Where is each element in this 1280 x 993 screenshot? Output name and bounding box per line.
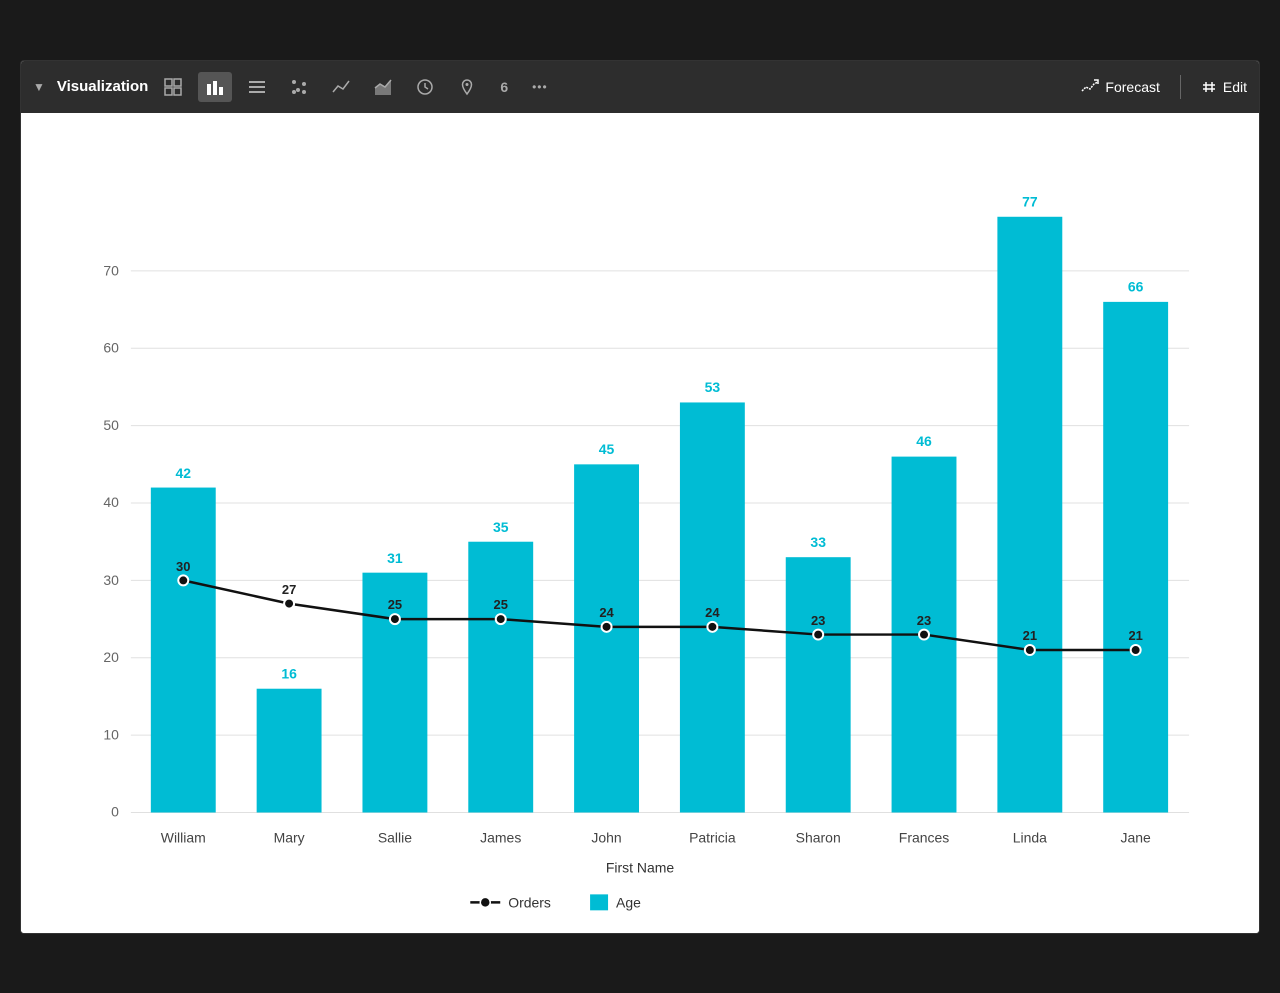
six-label: 6 bbox=[500, 79, 508, 95]
x-label-linda: Linda bbox=[1013, 829, 1047, 845]
orders-label-sharon: 23 bbox=[811, 612, 825, 627]
more-dots-label: ••• bbox=[532, 80, 548, 94]
legend-dot-orders bbox=[480, 897, 490, 907]
dropdown-arrow-icon: ▼ bbox=[33, 80, 45, 94]
visualization-window: ▼ Visualization bbox=[20, 60, 1260, 934]
orders-label-sallie: 25 bbox=[388, 596, 402, 611]
number-view-button[interactable]: 6 bbox=[492, 73, 516, 101]
timeline-view-button[interactable] bbox=[408, 72, 442, 102]
forecast-label: Forecast bbox=[1105, 79, 1159, 95]
dot-frances bbox=[919, 629, 929, 639]
orders-label-patricia: 24 bbox=[705, 604, 720, 619]
bar-chart-icon bbox=[206, 78, 224, 96]
age-label-mary: 16 bbox=[281, 665, 297, 681]
dot-sharon bbox=[813, 629, 823, 639]
x-label-sallie: Sallie bbox=[378, 829, 412, 845]
toolbar-divider bbox=[1180, 75, 1181, 99]
y-label-40: 40 bbox=[103, 494, 119, 510]
map-icon bbox=[458, 78, 476, 96]
age-label-linda: 77 bbox=[1022, 193, 1038, 209]
dot-mary bbox=[284, 598, 294, 608]
dot-jane bbox=[1131, 645, 1141, 655]
bar-linda[interactable] bbox=[997, 216, 1062, 812]
table-view-button[interactable] bbox=[156, 72, 190, 102]
edit-icon bbox=[1201, 79, 1217, 95]
legend-label-orders: Orders bbox=[508, 894, 551, 910]
map-view-button[interactable] bbox=[450, 72, 484, 102]
x-label-frances: Frances bbox=[899, 829, 949, 845]
forecast-button[interactable]: Forecast bbox=[1081, 78, 1159, 96]
x-label-mary: Mary bbox=[274, 829, 305, 845]
area-view-button[interactable] bbox=[366, 72, 400, 102]
x-label-patricia: Patricia bbox=[689, 829, 736, 845]
age-label-jane: 66 bbox=[1128, 278, 1144, 294]
y-label-0: 0 bbox=[111, 803, 119, 819]
edit-label: Edit bbox=[1223, 79, 1247, 95]
legend-label-age: Age bbox=[616, 894, 641, 910]
line-view-button[interactable] bbox=[324, 72, 358, 102]
forecast-icon bbox=[1081, 78, 1099, 96]
list-icon bbox=[248, 78, 266, 96]
toolbar-left: ▼ Visualization bbox=[33, 72, 1075, 102]
bar-mary[interactable] bbox=[257, 688, 322, 812]
y-label-10: 10 bbox=[103, 726, 119, 742]
orders-label-frances: 23 bbox=[917, 612, 931, 627]
more-options-button[interactable]: ••• bbox=[524, 74, 556, 100]
orders-label-john: 24 bbox=[599, 604, 614, 619]
age-label-frances: 46 bbox=[916, 433, 932, 449]
age-label-sallie: 31 bbox=[387, 549, 403, 565]
orders-label-mary: 27 bbox=[282, 581, 296, 596]
bar-jane[interactable] bbox=[1103, 301, 1168, 812]
clock-icon bbox=[416, 78, 434, 96]
x-label-john: John bbox=[591, 829, 621, 845]
x-label-sharon: Sharon bbox=[796, 829, 841, 845]
y-label-50: 50 bbox=[103, 417, 119, 433]
dot-john bbox=[602, 621, 612, 631]
chart-container: 0 10 20 30 40 50 60 70 42 16 31 bbox=[21, 113, 1259, 933]
bar-chart-view-button[interactable] bbox=[198, 72, 232, 102]
dot-james bbox=[496, 614, 506, 624]
y-label-20: 20 bbox=[103, 648, 119, 664]
orders-line bbox=[183, 580, 1135, 650]
orders-label-jane: 21 bbox=[1128, 627, 1142, 642]
bar-william[interactable] bbox=[151, 487, 216, 812]
bar-john[interactable] bbox=[574, 464, 639, 812]
dot-william bbox=[178, 575, 188, 585]
chart-area: 0 10 20 30 40 50 60 70 42 16 31 bbox=[51, 133, 1229, 913]
scatter-icon bbox=[290, 78, 308, 96]
age-label-william: 42 bbox=[176, 465, 192, 481]
bar-sharon[interactable] bbox=[786, 557, 851, 812]
visualization-title: Visualization bbox=[57, 78, 148, 95]
toolbar-right: Forecast Edit bbox=[1081, 75, 1247, 99]
orders-label-linda: 21 bbox=[1023, 627, 1037, 642]
bar-james[interactable] bbox=[468, 541, 533, 812]
toolbar: ▼ Visualization bbox=[21, 61, 1259, 113]
x-label-jane: Jane bbox=[1121, 829, 1152, 845]
y-label-60: 60 bbox=[103, 339, 119, 355]
legend-bar-age bbox=[590, 894, 608, 910]
age-label-patricia: 53 bbox=[705, 379, 721, 395]
age-label-james: 35 bbox=[493, 518, 509, 534]
table-icon bbox=[164, 78, 182, 96]
y-label-30: 30 bbox=[103, 571, 119, 587]
edit-button[interactable]: Edit bbox=[1201, 79, 1247, 95]
orders-label-william: 30 bbox=[176, 558, 190, 573]
list-view-button[interactable] bbox=[240, 72, 274, 102]
scatter-view-button[interactable] bbox=[282, 72, 316, 102]
age-label-john: 45 bbox=[599, 441, 615, 457]
x-axis-title: First Name bbox=[606, 859, 675, 875]
x-label-james: James bbox=[480, 829, 521, 845]
orders-label-james: 25 bbox=[494, 596, 508, 611]
dot-linda bbox=[1025, 645, 1035, 655]
age-label-sharon: 33 bbox=[810, 533, 826, 549]
chart-svg: 0 10 20 30 40 50 60 70 42 16 31 bbox=[51, 133, 1229, 913]
area-icon bbox=[374, 78, 392, 96]
line-icon bbox=[332, 78, 350, 96]
dot-sallie bbox=[390, 614, 400, 624]
dot-patricia bbox=[707, 621, 717, 631]
y-label-70: 70 bbox=[103, 262, 119, 278]
x-label-william: William bbox=[161, 829, 206, 845]
